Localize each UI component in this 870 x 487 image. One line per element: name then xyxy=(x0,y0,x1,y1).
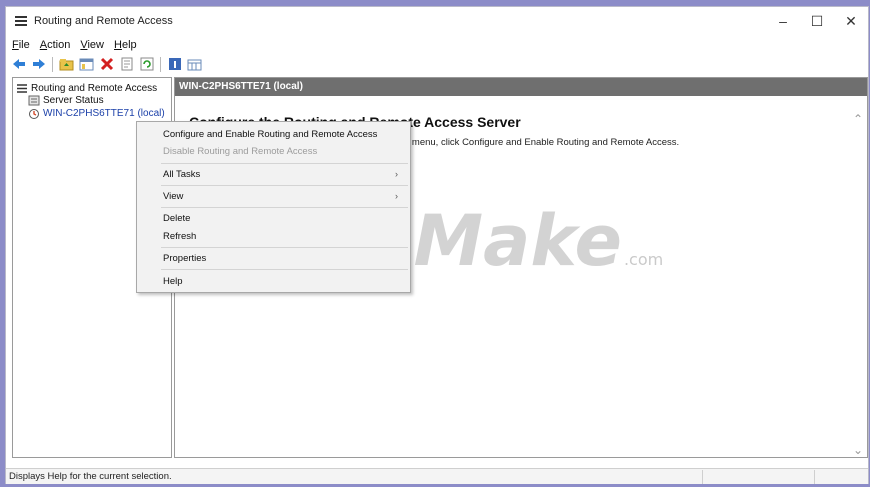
minimize-button[interactable]: – xyxy=(766,7,800,35)
menu-item-properties[interactable]: Properties xyxy=(163,251,206,265)
title-bar: Routing and Remote Access – ☐ ✕ xyxy=(6,7,868,35)
menu-separator xyxy=(161,269,408,270)
tree-item-server-status[interactable]: Server Status xyxy=(28,94,104,107)
menu-item-all-tasks[interactable]: All Tasks xyxy=(163,167,200,181)
menu-separator xyxy=(161,163,408,164)
help-icon[interactable] xyxy=(166,56,183,73)
status-pane xyxy=(702,470,814,484)
context-menu: Configure and Enable Routing and Remote … xyxy=(136,121,411,293)
toolbar-separator xyxy=(160,56,161,72)
menu-file[interactable]: File xyxy=(12,39,30,51)
main-window: Routing and Remote Access – ☐ ✕ File Act… xyxy=(5,6,869,484)
properties-icon[interactable] xyxy=(118,56,135,73)
submenu-arrow-icon: › xyxy=(395,169,398,179)
back-arrow-icon[interactable] xyxy=(10,56,27,73)
toolbar-separator xyxy=(52,56,53,72)
routing-root-icon xyxy=(16,83,28,94)
tree-item-server-local[interactable]: WIN-C2PHS6TTE71 (local) xyxy=(28,107,165,120)
routing-app-icon xyxy=(14,15,28,28)
scroll-up-chevron-icon[interactable]: ⌃ xyxy=(853,112,863,126)
console-view-icon[interactable] xyxy=(186,56,203,73)
menu-item-delete[interactable]: Delete xyxy=(163,211,190,225)
server-status-icon xyxy=(28,95,40,106)
window-title: Routing and Remote Access xyxy=(34,15,173,27)
toolbar xyxy=(10,54,203,74)
delete-icon[interactable] xyxy=(98,56,115,73)
forward-arrow-icon[interactable] xyxy=(30,56,47,73)
menu-view[interactable]: View xyxy=(80,39,104,51)
menu-separator xyxy=(161,247,408,248)
menu-item-refresh[interactable]: Refresh xyxy=(163,229,196,243)
maximize-button[interactable]: ☐ xyxy=(800,7,834,35)
configure-instructions: n menu, click Configure and Enable Routi… xyxy=(404,137,680,148)
window-controls: – ☐ ✕ xyxy=(766,7,868,35)
menu-action[interactable]: Action xyxy=(40,39,71,51)
status-pane xyxy=(814,470,869,484)
menu-bar: File Action View Help xyxy=(12,36,137,54)
menu-item-view[interactable]: View xyxy=(163,189,183,203)
menu-item-configure-enable[interactable]: Configure and Enable Routing and Remote … xyxy=(163,127,377,141)
submenu-arrow-icon: › xyxy=(395,191,398,201)
server-icon xyxy=(28,108,40,119)
status-text: Displays Help for the current selection. xyxy=(9,471,172,482)
menu-separator xyxy=(161,185,408,186)
status-bar: Displays Help for the current selection. xyxy=(6,468,868,484)
menu-item-disable: Disable Routing and Remote Access xyxy=(163,145,318,157)
refresh-icon[interactable] xyxy=(138,56,155,73)
menu-separator xyxy=(161,207,408,208)
scroll-down-chevron-icon[interactable]: ⌄ xyxy=(853,443,863,457)
menu-item-help[interactable]: Help xyxy=(163,274,183,288)
show-hide-tree-icon[interactable] xyxy=(78,56,95,73)
up-folder-icon[interactable] xyxy=(58,56,75,73)
details-header: WIN-C2PHS6TTE71 (local) xyxy=(175,78,867,96)
menu-help[interactable]: Help xyxy=(114,39,137,51)
close-button[interactable]: ✕ xyxy=(834,7,868,35)
